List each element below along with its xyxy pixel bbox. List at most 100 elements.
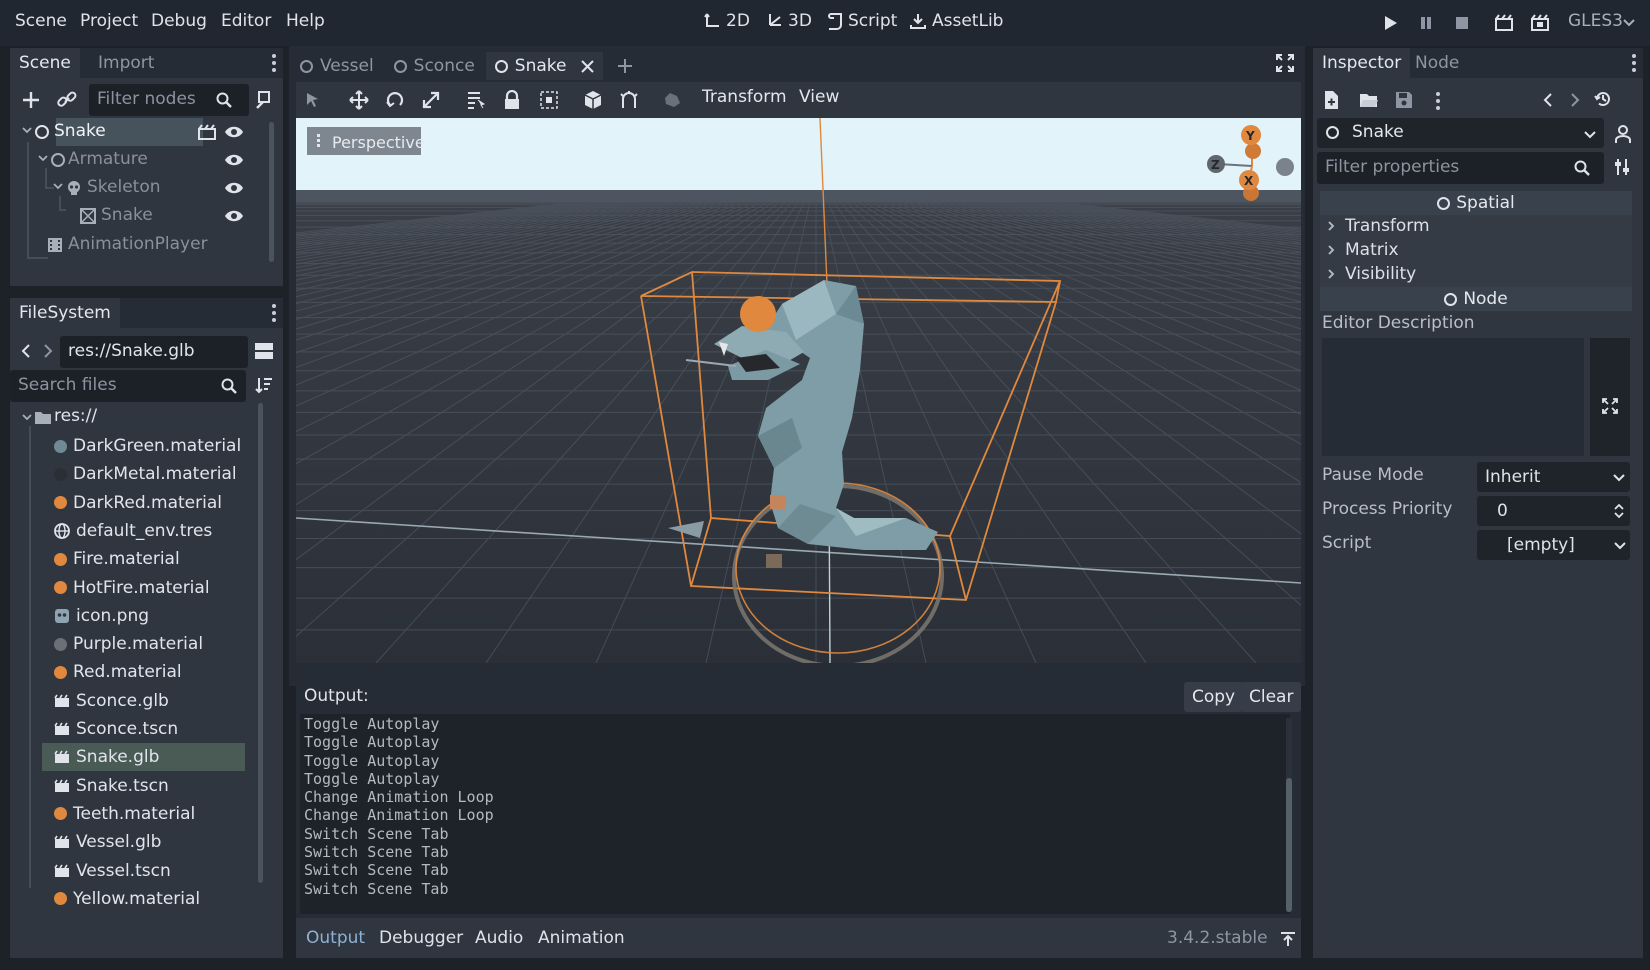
file-item[interactable]: Vessel.glb [54, 828, 161, 856]
spinner-arrows-icon[interactable] [1614, 503, 1624, 519]
scale-icon[interactable] [421, 90, 441, 110]
group-matrix[interactable]: Matrix [1327, 240, 1399, 260]
chevron-down-icon[interactable] [22, 414, 32, 422]
add-node-icon[interactable] [21, 90, 41, 110]
visibility-eye-icon[interactable] [224, 180, 244, 196]
scene-tab-snake[interactable]: Snake [485, 52, 604, 80]
rotate-icon[interactable] [385, 90, 405, 110]
filesystem-root[interactable]: res:// [54, 406, 97, 426]
mode-3d-button[interactable]: 3D [766, 11, 812, 31]
path-field[interactable]: res://Snake.glb [60, 336, 248, 368]
visibility-eye-icon[interactable] [224, 152, 244, 168]
tree-row-animationplayer[interactable]: AnimationPlayer [20, 231, 208, 259]
perspective-menu[interactable]: Perspective [307, 127, 425, 155]
add-tab-icon[interactable] [617, 58, 633, 74]
file-item[interactable]: Snake.glb [42, 743, 245, 772]
visibility-eye-icon[interactable] [224, 208, 244, 224]
clear-button[interactable]: Clear [1241, 682, 1302, 712]
editor-description-text[interactable] [1322, 338, 1584, 456]
file-item[interactable]: Sconce.glb [54, 687, 169, 715]
tab-import[interactable]: Import [89, 48, 163, 78]
scene-tab-sconce[interactable]: Sconce [393, 56, 475, 76]
file-item[interactable]: Fire.material [54, 545, 180, 573]
file-item[interactable]: Teeth.material [54, 800, 195, 828]
menu-editor[interactable]: Editor [221, 11, 271, 31]
file-item[interactable]: HotFire.material [54, 574, 210, 602]
link-icon[interactable] [57, 90, 77, 110]
bottom-tab-output[interactable]: Output [306, 928, 365, 948]
tree-row-skeleton[interactable]: Skeleton [20, 174, 203, 202]
sort-icon[interactable] [255, 376, 273, 394]
copy-button[interactable]: Copy [1184, 682, 1244, 712]
group-icon[interactable] [539, 90, 559, 110]
tab-filesystem[interactable]: FileSystem [10, 298, 120, 328]
mode-assetlib-button[interactable]: AssetLib [910, 11, 1003, 31]
mode-2d-button[interactable]: 2D [704, 11, 750, 31]
menu-debug[interactable]: Debug [151, 11, 207, 31]
snap-icon[interactable] [619, 90, 639, 110]
menu-scene[interactable]: Scene [15, 11, 67, 31]
chevron-left-icon[interactable] [21, 343, 31, 359]
play-icon[interactable] [1380, 13, 1400, 33]
history-back-icon[interactable] [1543, 92, 1553, 108]
preview-camera-icon[interactable] [662, 90, 682, 110]
group-visibility[interactable]: Visibility [1327, 264, 1416, 284]
file-item[interactable]: Red.material [54, 658, 182, 686]
bottom-tab-audio[interactable]: Audio [475, 928, 523, 948]
local-space-icon[interactable] [583, 90, 603, 110]
bottom-tab-debugger[interactable]: Debugger [379, 928, 463, 948]
filesystem-scrollbar[interactable] [258, 403, 263, 883]
chevron-right-icon[interactable] [43, 343, 53, 359]
new-resource-icon[interactable] [1323, 90, 1339, 110]
chevron-down-icon[interactable] [38, 155, 48, 163]
pause-mode-select[interactable]: Inherit [1477, 462, 1630, 492]
viewport-scene[interactable]: Perspective Y Z X [296, 118, 1301, 663]
settings-tool-icon[interactable] [1614, 158, 1630, 176]
file-item[interactable]: Purple.material [54, 630, 203, 658]
object-menu-icon[interactable] [1436, 92, 1440, 110]
tab-node[interactable]: Node [1406, 48, 1468, 78]
tab-scene[interactable]: Scene [10, 48, 80, 78]
dock-menu-icon[interactable] [272, 304, 276, 322]
mode-script-button[interactable]: Script [828, 11, 897, 31]
list-select-icon[interactable] [466, 90, 486, 110]
expand-bottom-panel-icon[interactable] [1280, 931, 1296, 947]
distraction-free-icon[interactable] [1276, 54, 1294, 72]
remote-tree-icon[interactable] [1613, 124, 1633, 144]
view-menu[interactable]: View [799, 87, 839, 107]
lock-icon[interactable] [503, 90, 521, 110]
instance-script-icon[interactable] [255, 90, 275, 110]
file-item[interactable]: Vessel.tscn [54, 857, 171, 885]
chevron-down-icon[interactable] [53, 183, 63, 191]
3d-viewport[interactable]: Perspective Y Z X [296, 118, 1301, 663]
tree-row-snake-mesh[interactable]: Snake [20, 202, 203, 230]
filter-properties-input[interactable]: Filter properties [1317, 152, 1604, 184]
split-view-icon[interactable] [254, 341, 274, 361]
menu-help[interactable]: Help [286, 11, 325, 31]
output-scrollbar[interactable] [1286, 778, 1292, 912]
visibility-eye-icon[interactable] [224, 124, 244, 140]
play-custom-scene-icon[interactable] [1530, 13, 1550, 33]
history-icon[interactable] [1594, 90, 1612, 108]
file-item[interactable]: Yellow.material [54, 885, 200, 913]
expand-icon[interactable] [1602, 398, 1618, 414]
tab-inspector[interactable]: Inspector [1313, 48, 1411, 78]
group-transform[interactable]: Transform [1327, 216, 1430, 236]
file-item[interactable]: DarkMetal.material [54, 460, 237, 488]
move-icon[interactable] [349, 90, 369, 110]
dock-menu-icon[interactable] [1632, 54, 1636, 72]
scene-tab-vessel[interactable]: Vessel [300, 56, 374, 76]
open-scene-icon[interactable] [198, 124, 216, 140]
file-item[interactable]: DarkGreen.material [54, 432, 241, 460]
select-arrow-icon[interactable] [305, 91, 321, 109]
file-item[interactable]: DarkRed.material [54, 489, 222, 517]
pause-icon[interactable] [1416, 13, 1436, 33]
open-folder-icon[interactable] [1359, 92, 1379, 109]
scene-tree-scrollbar[interactable] [269, 122, 274, 262]
file-item[interactable]: default_env.tres [54, 517, 212, 545]
dock-menu-icon[interactable] [272, 54, 276, 72]
file-item[interactable]: Snake.tscn [54, 772, 169, 800]
renderer-select[interactable]: GLES3 [1568, 11, 1623, 31]
transform-menu[interactable]: Transform [702, 87, 787, 107]
file-item[interactable]: Sconce.tscn [54, 715, 178, 743]
